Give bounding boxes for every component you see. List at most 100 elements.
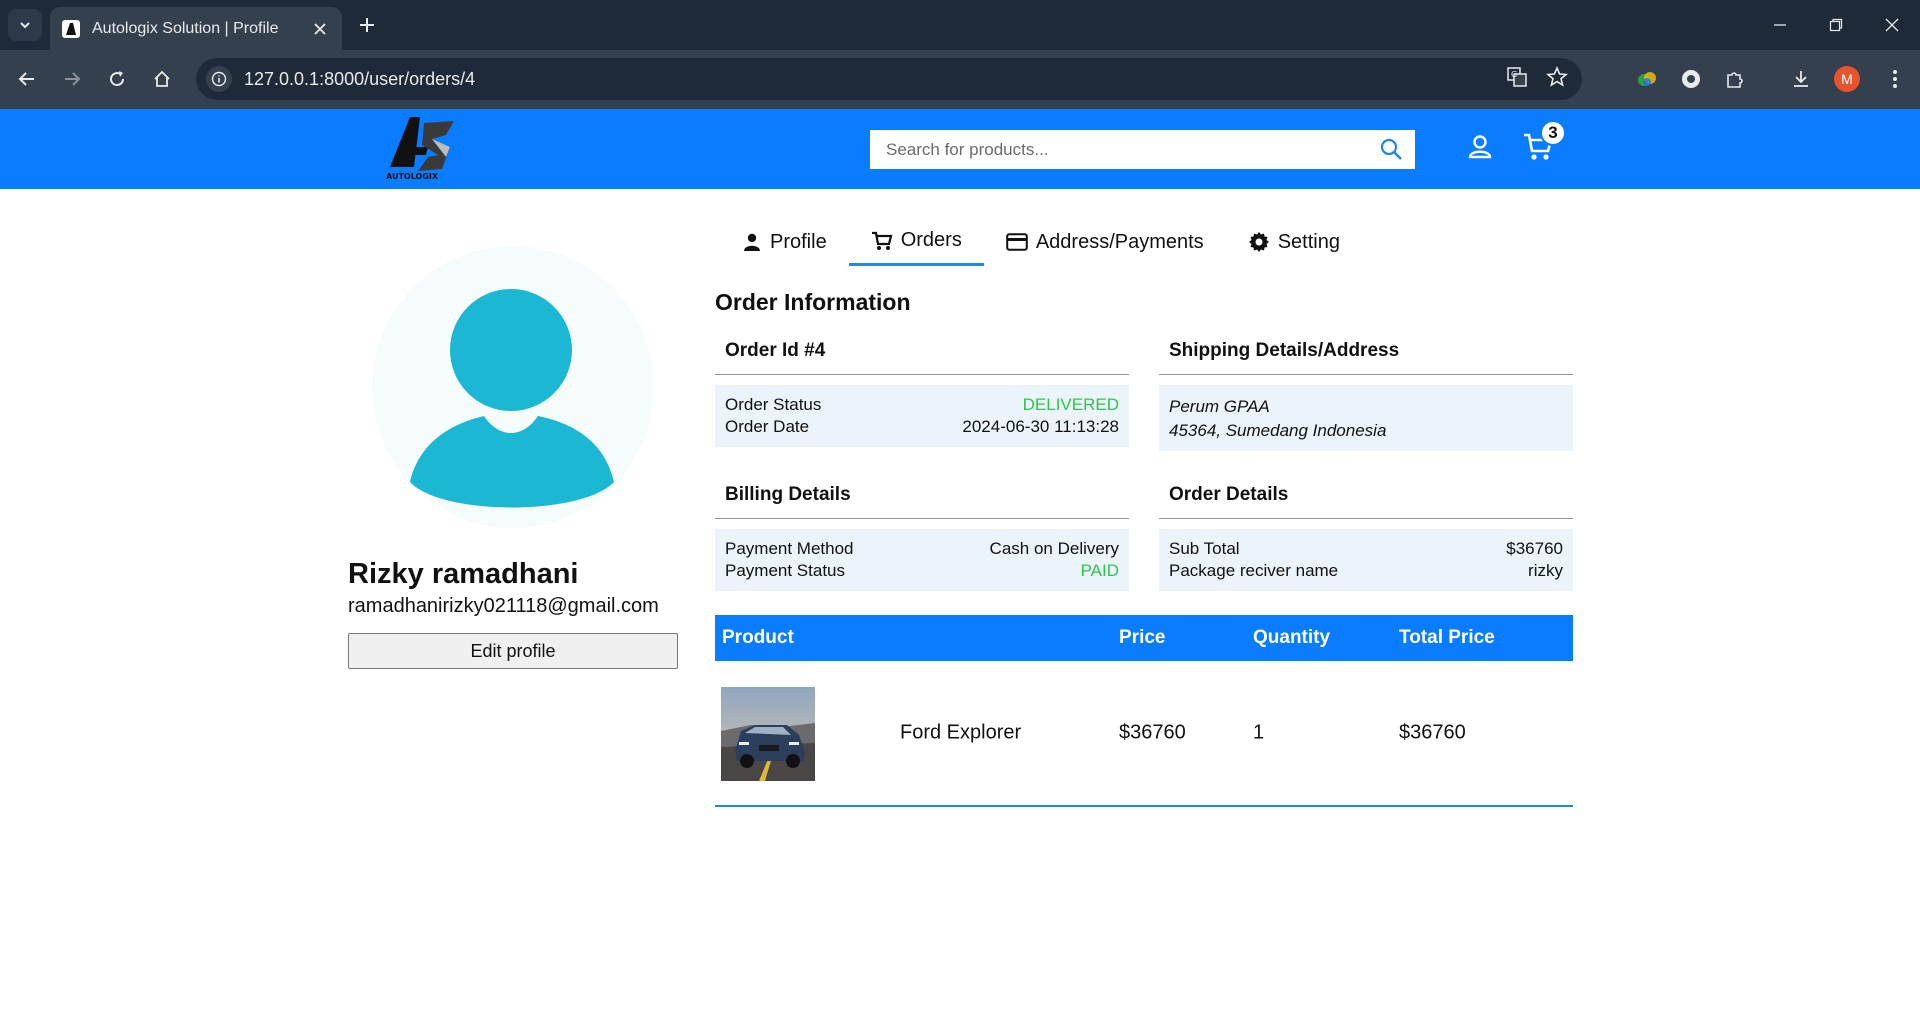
gear-icon <box>1248 232 1269 252</box>
order-products-table: Product Price Quantity Total Price Ford … <box>715 615 1573 807</box>
tab-profile[interactable]: Profile <box>720 218 849 266</box>
card-icon <box>1006 233 1028 251</box>
svg-text:G: G <box>1511 70 1517 79</box>
search-icon[interactable] <box>1379 137 1403 166</box>
table-header: Product Price Quantity Total Price <box>715 615 1573 661</box>
payment-status-value: PAID <box>1080 561 1119 580</box>
order-status-value: DELIVERED <box>1022 395 1119 414</box>
close-icon <box>1885 18 1899 32</box>
header-product: Product <box>722 627 794 648</box>
order-details-card: Order Details Sub Total $36760 Package re… <box>1159 475 1573 591</box>
close-tab-icon[interactable] <box>310 19 330 39</box>
billing-title: Billing Details <box>715 475 1129 519</box>
order-details-box: Sub Total $36760 Package reciver name rizk… <box>1159 529 1573 591</box>
reload-icon <box>110 71 125 87</box>
receiver-value: rizky <box>1528 561 1563 580</box>
payment-status-label: Payment Status <box>725 561 846 580</box>
forward-button[interactable] <box>57 64 87 94</box>
arrow-left-icon <box>18 72 34 86</box>
extension-colorful-icon[interactable] <box>1632 64 1662 94</box>
minimize-icon <box>1774 24 1786 26</box>
bookmark-star-icon[interactable] <box>1546 66 1568 88</box>
product-quantity: 1 <box>1253 721 1265 744</box>
header-price: Price <box>1119 627 1166 648</box>
download-icon[interactable] <box>1786 64 1816 94</box>
cart-count-badge: 3 <box>1540 120 1566 146</box>
person-icon <box>744 233 760 251</box>
browser-tab[interactable]: Autologix Solution | Profile <box>50 7 342 50</box>
order-status-box: Order Status DELIVERED Order Date 2024-06-… <box>715 385 1129 447</box>
tab-title: Autologix Solution | Profile <box>92 19 279 37</box>
order-status-label: Order Status <box>725 395 822 414</box>
shipping-card: Shipping Details/Address Perum GPAA 4536… <box>1159 331 1573 451</box>
tab-orders-label: Orders <box>900 229 962 251</box>
profile-name: Rizky ramadhani <box>348 558 579 590</box>
site-logo[interactable]: AUTOLOGIX <box>384 113 464 185</box>
table-row: Ford Explorer $36760 1 $36760 <box>715 661 1573 807</box>
billing-box: Payment Method Cash on Delivery Payment S… <box>715 529 1129 591</box>
site-header: AUTOLOGIX Search for products... <box>0 109 1920 189</box>
edit-profile-button[interactable]: Edit profile <box>348 633 678 669</box>
subtotal-value: $36760 <box>1506 539 1563 558</box>
search-placeholder: Search for products... <box>886 139 1049 159</box>
minimize-button[interactable] <box>1752 0 1808 50</box>
url-text: 127.0.0.1:8000/user/orders/4 <box>244 68 476 89</box>
restore-button[interactable] <box>1808 0 1864 50</box>
site-info-icon[interactable] <box>206 66 232 92</box>
browser-profile-avatar[interactable]: M <box>1834 66 1860 92</box>
extensions-puzzle-icon[interactable] <box>1720 64 1750 94</box>
plus-icon <box>360 18 374 32</box>
address-line-1: Perum GPAA <box>1169 397 1270 416</box>
address-line-2: 45364, Sumedang Indonesia <box>1169 421 1387 440</box>
cart-icon <box>871 231 893 250</box>
header-quantity: Quantity <box>1253 627 1331 648</box>
close-window-button[interactable] <box>1864 0 1920 50</box>
extension-circle-icon[interactable] <box>1676 64 1706 94</box>
reload-button[interactable] <box>102 64 132 94</box>
site-favicon-icon <box>62 19 80 38</box>
browser-menu-icon[interactable] <box>1880 64 1910 94</box>
new-tab-button[interactable] <box>352 10 382 40</box>
shipping-address-box: Perum GPAA 45364, Sumedang Indonesia <box>1159 385 1573 451</box>
subtotal-label: Sub Total <box>1169 539 1240 558</box>
profile-tabs: Profile Orders Address/Payments Setting <box>720 218 1362 266</box>
arrow-right-icon <box>65 72 81 86</box>
order-date-label: Order Date <box>725 417 810 436</box>
payment-method-label: Payment Method <box>725 539 854 558</box>
order-id-title: Order Id #4 <box>715 331 1129 375</box>
order-information-heading: Order Information <box>715 289 911 315</box>
translate-icon[interactable]: G <box>1506 66 1528 88</box>
order-date-value: 2024-06-30 11:13:28 <box>962 417 1119 436</box>
account-icon[interactable] <box>1466 133 1494 166</box>
tab-search-button[interactable] <box>8 9 42 41</box>
receiver-label: Package reciver name <box>1169 561 1339 580</box>
profile-email: ramadhanirizky021118@gmail.com <box>348 595 659 617</box>
search-input[interactable]: Search for products... <box>870 130 1415 169</box>
chevron-down-icon <box>20 22 30 29</box>
order-details-title: Order Details <box>1159 475 1573 519</box>
product-price: $36760 <box>1119 721 1186 744</box>
product-image[interactable] <box>721 687 815 781</box>
tab-profile-label: Profile <box>770 230 827 253</box>
billing-card: Billing Details Payment Method Cash on De… <box>715 475 1129 591</box>
tab-address-payments[interactable]: Address/Payments <box>984 218 1226 266</box>
profile-initial: M <box>1841 71 1853 87</box>
tab-setting-label: Setting <box>1277 230 1340 253</box>
browser-toolbar: 127.0.0.1:8000/user/orders/4 G <box>0 50 1920 109</box>
home-button[interactable] <box>147 64 177 94</box>
address-bar[interactable]: 127.0.0.1:8000/user/orders/4 G <box>196 58 1582 100</box>
tab-orders[interactable]: Orders <box>848 218 984 266</box>
header-total-price: Total Price <box>1399 627 1495 648</box>
tab-setting[interactable]: Setting <box>1226 218 1362 266</box>
avatar <box>372 246 654 528</box>
payment-method-value: Cash on Delivery <box>989 539 1119 558</box>
home-icon <box>154 70 170 87</box>
browser-tab-bar: Autologix Solution | Profile <box>0 0 1920 50</box>
product-total: $36760 <box>1399 721 1466 744</box>
user-avatar-icon <box>410 289 614 508</box>
back-button[interactable] <box>12 64 42 94</box>
order-id-card: Order Id #4 Order Status DELIVERED Order … <box>715 331 1129 447</box>
tab-address-payments-label: Address/Payments <box>1035 230 1204 253</box>
product-name[interactable]: Ford Explorer <box>900 722 1021 745</box>
logo-text: AUTOLOGIX <box>386 172 439 181</box>
